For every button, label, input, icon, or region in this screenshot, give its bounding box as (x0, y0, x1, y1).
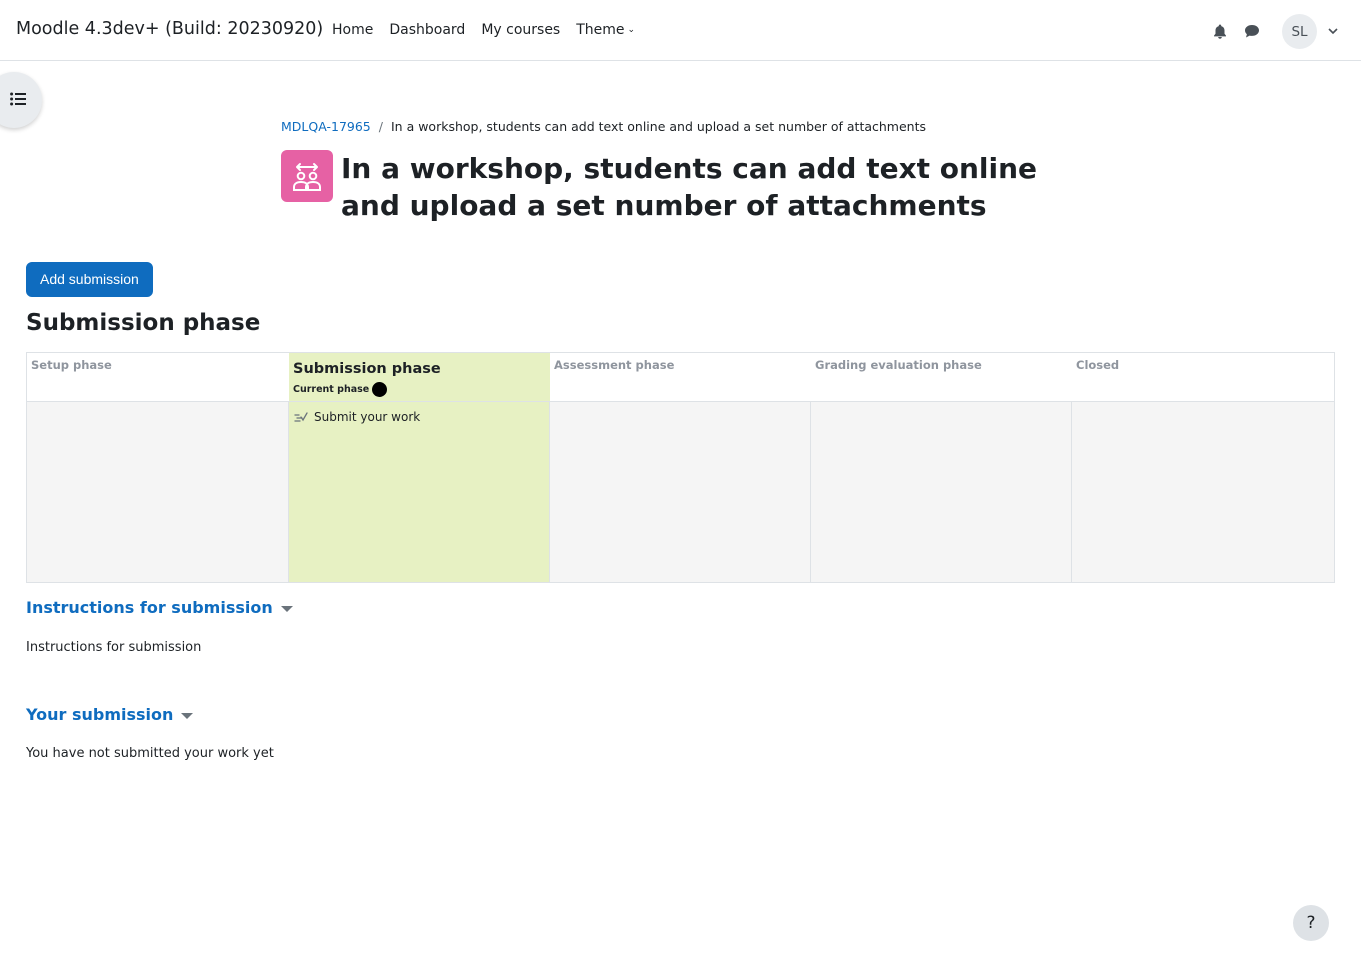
phase-closed: Closed (1072, 353, 1334, 582)
caret-down-icon (181, 712, 194, 719)
nav-home[interactable]: Home (332, 22, 373, 38)
task-item: Submit your work (294, 410, 420, 424)
nav-theme-menu[interactable]: Theme ⌄ (576, 22, 635, 38)
submission-status-text: You have not submitted your work yet (26, 746, 274, 761)
phase-submission: Submission phase Current phase Submit yo… (289, 353, 550, 582)
phase-tasks (27, 402, 289, 582)
breadcrumb-separator: / (378, 119, 383, 134)
page-title: In a workshop, students can add text onl… (341, 152, 1038, 222)
course-index-toggle[interactable] (0, 72, 42, 128)
nav-my-courses[interactable]: My courses (481, 22, 560, 38)
chevron-down-icon: ⌄ (627, 25, 636, 35)
breadcrumb-course-link[interactable]: MDLQA-17965 (281, 119, 371, 134)
phase-setup: Setup phase (27, 353, 289, 582)
list-icon (10, 92, 26, 106)
current-phase-text: Current phase (293, 384, 370, 395)
phase-title: Closed (1076, 358, 1120, 372)
caret-down-icon (280, 605, 293, 612)
primary-navigation: Home Dashboard My courses Theme ⌄ (332, 22, 635, 38)
workshop-user-plan: Setup phase Submission phase Current pha… (26, 352, 1335, 583)
phase-tasks (811, 402, 1072, 582)
phase-tasks (1072, 402, 1334, 582)
your-submission-heading: Your submission (26, 705, 174, 724)
phase-title: Submission phase (293, 361, 441, 377)
breadcrumb-current: In a workshop, students can add text onl… (390, 119, 927, 134)
chevron-down-icon[interactable] (1327, 26, 1339, 38)
current-phase-label: Current phase (293, 382, 388, 397)
phase-title: Setup phase (31, 358, 112, 372)
breadcrumb: MDLQA-17965 / In a workshop, students can … (281, 119, 926, 134)
phase-title: Assessment phase (554, 358, 675, 372)
phase-tasks: Submit your work (289, 402, 550, 582)
phase-header: Submission phase Current phase (289, 353, 550, 402)
task-status-icon (294, 412, 308, 422)
add-submission-button[interactable]: Add submission (26, 262, 153, 297)
phase-assessment: Assessment phase (550, 353, 811, 582)
phase-grading-evaluation: Grading evaluation phase (811, 353, 1072, 582)
task-label[interactable]: Submit your work (314, 410, 420, 424)
chat-icon[interactable] (1236, 16, 1268, 48)
phase-header: Grading evaluation phase (811, 353, 1072, 402)
current-phase-dot-icon (372, 382, 388, 397)
phase-header: Setup phase (27, 353, 289, 402)
top-navbar: Moodle 4.3dev+ (Build: 20230920) Home Da… (0, 0, 1361, 61)
nav-dashboard[interactable]: Dashboard (389, 22, 465, 38)
phase-header: Closed (1072, 353, 1334, 402)
user-navigation: SL (1204, 14, 1339, 49)
instructions-heading: Instructions for submission (26, 598, 273, 617)
user-avatar[interactable]: SL (1282, 14, 1317, 49)
nav-theme-label: Theme (576, 22, 625, 38)
workshop-icon (281, 150, 333, 202)
site-brand[interactable]: Moodle 4.3dev+ (Build: 20230920) (16, 19, 323, 39)
instructions-text: Instructions for submission (26, 640, 202, 655)
bell-icon[interactable] (1204, 16, 1236, 48)
instructions-toggle[interactable]: Instructions for submission (26, 598, 293, 617)
phase-header: Assessment phase (550, 353, 811, 402)
help-button[interactable]: ? (1293, 905, 1329, 941)
current-phase-heading: Submission phase (26, 310, 261, 336)
phase-title: Grading evaluation phase (815, 358, 982, 372)
your-submission-toggle[interactable]: Your submission (26, 705, 194, 724)
phase-tasks (550, 402, 811, 582)
